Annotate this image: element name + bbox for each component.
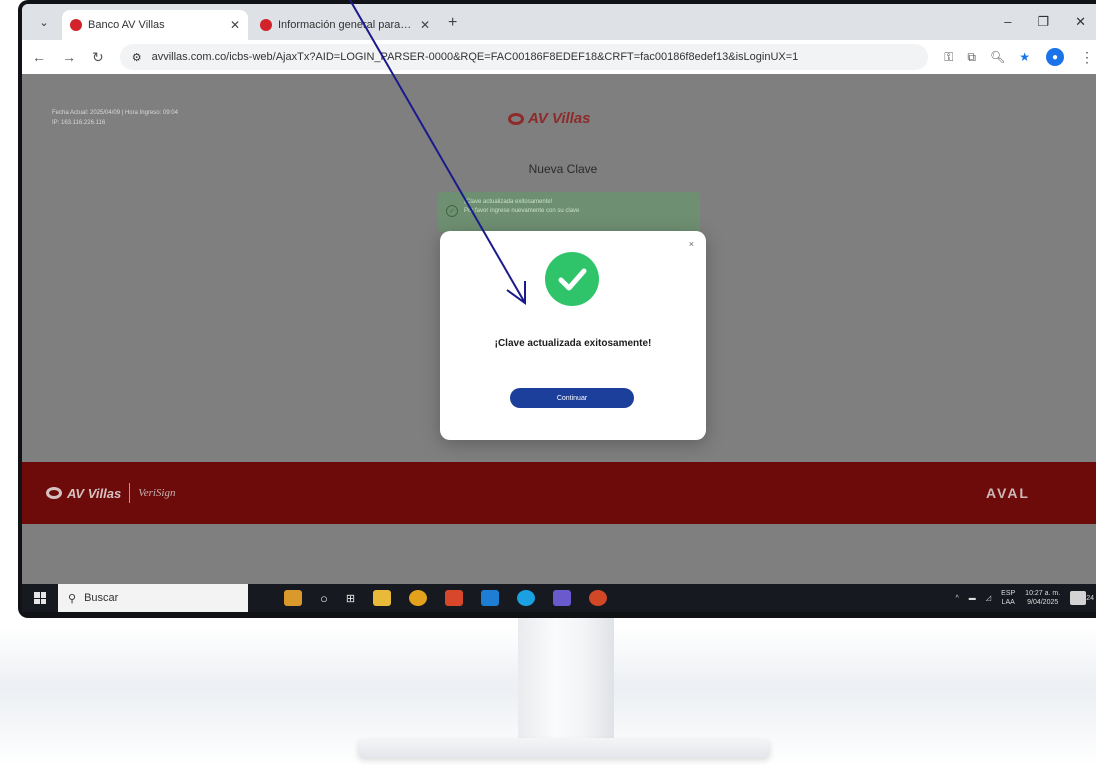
tab-title: Información general para tu en	[278, 19, 414, 31]
aval-logo: AVAL	[985, 485, 1030, 501]
tab-informacion-general[interactable]: Información general para tu en ✕	[252, 10, 438, 40]
notification-count: 24	[1086, 594, 1094, 602]
verisign-logo: VeriSign	[138, 487, 176, 499]
tab-title: Banco AV Villas	[88, 19, 165, 31]
session-date-line: Fecha Actual: 2025/04/09 | Hora Ingreso:…	[52, 110, 178, 116]
work-briefcase-icon[interactable]	[284, 590, 302, 606]
wifi-icon[interactable]: ◿	[986, 594, 991, 603]
clock-date: 9/04/2025	[1027, 599, 1059, 606]
network-icon[interactable]: ▬	[969, 594, 976, 603]
edge-icon[interactable]	[517, 590, 536, 606]
clock[interactable]: 10:27 a. m. 9/04/2025	[1025, 589, 1060, 607]
search-icon: ⚲	[68, 592, 77, 605]
system-tray: ^ ▬ ◿ ESP LAA 10:27 a. m. 9/04/2025 24	[955, 589, 1096, 607]
reload-icon[interactable]: ↻	[92, 49, 104, 66]
check-circle-icon: ✓	[446, 205, 458, 217]
address-url: avvillas.com.co/icbs-web/AjaxTx?AID=LOGI…	[151, 51, 799, 63]
tab-banco-av-villas[interactable]: Banco AV Villas ✕	[62, 10, 248, 40]
site-info-icon[interactable]: ⚙	[132, 51, 142, 64]
session-ip-line: IP: 163.116.226.116	[52, 120, 106, 126]
windows-logo-icon	[34, 592, 46, 604]
restore-icon[interactable]: ❐	[1037, 14, 1049, 30]
footer-logo-text: AV Villas	[67, 485, 122, 501]
close-icon[interactable]: ×	[689, 239, 694, 249]
tab-search-menu-icon[interactable]: ⌄	[30, 8, 58, 36]
session-info: Fecha Actual: 2025/04/09 | Hora Ingreso:…	[52, 108, 178, 128]
language-indicator[interactable]: ESP LAA	[1001, 589, 1015, 607]
teams-icon[interactable]	[553, 590, 572, 606]
zoom-icon[interactable]: 🔍︎	[990, 50, 1005, 65]
language-bottom: LAA	[1001, 599, 1015, 606]
footer-divider	[129, 483, 131, 503]
success-modal: × ¡Clave actualizada exitosamente! Conti…	[440, 231, 706, 440]
monitor-stand-base	[358, 738, 770, 758]
office-app-icon[interactable]	[445, 590, 464, 606]
check-icon	[545, 252, 599, 306]
bank-page: Fecha Actual: 2025/04/09 | Hora Ingreso:…	[22, 74, 1096, 584]
address-bar[interactable]: ⚙ avvillas.com.co/icbs-web/AjaxTx?AID=LO…	[119, 44, 929, 70]
minimize-icon[interactable]: –	[1004, 14, 1011, 30]
av-villas-logo-icon	[508, 112, 524, 125]
monitor-stand-neck	[518, 618, 614, 738]
browser-menu-icon[interactable]: ⋮	[1080, 49, 1094, 66]
cortana-icon[interactable]: ○	[320, 591, 328, 606]
av-villas-logo: AV Villas	[508, 110, 591, 127]
back-icon[interactable]: ←	[32, 49, 46, 65]
footer-av-villas-logo: AV Villas	[46, 486, 121, 501]
window-controls: – ❐ ✕	[1004, 14, 1086, 30]
profile-avatar-icon[interactable]: ●	[1046, 48, 1064, 66]
password-key-icon[interactable]: ⚿	[944, 50, 953, 65]
start-button[interactable]	[22, 584, 58, 612]
outlook-icon[interactable]	[481, 590, 500, 606]
forward-icon[interactable]: →	[62, 49, 76, 65]
windows-taskbar: ⚲ Buscar ○ ⊞ ^ ▬ ◿ ESP LAA 10:27 a. m. 9…	[22, 584, 1096, 612]
file-explorer-icon[interactable]	[373, 590, 392, 606]
success-notice: ✓ ¡Clave actualizada exitosamente! Por f…	[438, 192, 700, 232]
chrome-icon[interactable]	[409, 590, 428, 606]
powerpoint-icon[interactable]	[589, 590, 608, 606]
tab-close-icon[interactable]: ✕	[420, 18, 430, 32]
tab-close-icon[interactable]: ✕	[230, 18, 240, 32]
close-window-icon[interactable]: ✕	[1075, 14, 1086, 30]
monitor: ⌄ Banco AV Villas ✕ Información general …	[18, 0, 1096, 618]
browser-tabbar: ⌄ Banco AV Villas ✕ Información general …	[22, 4, 1096, 40]
translate-icon[interactable]: ⧉	[967, 50, 976, 65]
star-icon[interactable]: ★	[1019, 50, 1030, 65]
av-villas-favicon-icon	[260, 19, 272, 31]
language-top: ESP	[1001, 590, 1016, 597]
page-title: Nueva Clave	[528, 162, 598, 176]
screen: ⌄ Banco AV Villas ✕ Información general …	[22, 4, 1096, 612]
tray-chevron-icon[interactable]: ^	[955, 594, 958, 603]
notification-icon[interactable]	[1070, 591, 1087, 605]
browser-toolbar: ← → ↻ ⚙ avvillas.com.co/icbs-web/AjaxTx?…	[22, 40, 1096, 74]
search-label: Buscar	[84, 592, 119, 604]
new-tab-button[interactable]: +	[448, 14, 457, 32]
continue-button[interactable]: Continuar	[510, 388, 634, 408]
task-view-icon[interactable]: ⊞	[346, 592, 355, 605]
modal-message: ¡Clave actualizada exitosamente!	[494, 338, 652, 349]
page-footer: AV Villas VeriSign AVAL	[22, 462, 1096, 524]
av-villas-logo-icon	[46, 487, 62, 499]
logo-text: AV Villas	[528, 110, 591, 127]
clock-time: 10:27 a. m.	[1025, 590, 1061, 597]
taskbar-search[interactable]: ⚲ Buscar	[58, 584, 248, 612]
taskbar-apps: ○ ⊞	[284, 590, 608, 606]
av-villas-favicon-icon	[70, 19, 82, 31]
address-actions: ⚿ ⧉ 🔍︎ ★	[944, 50, 1030, 65]
notice-line-2: Por favor ingrese nuevamente con su clav…	[464, 208, 580, 214]
notice-line-1: ¡Clave actualizada exitosamente!	[464, 199, 553, 205]
